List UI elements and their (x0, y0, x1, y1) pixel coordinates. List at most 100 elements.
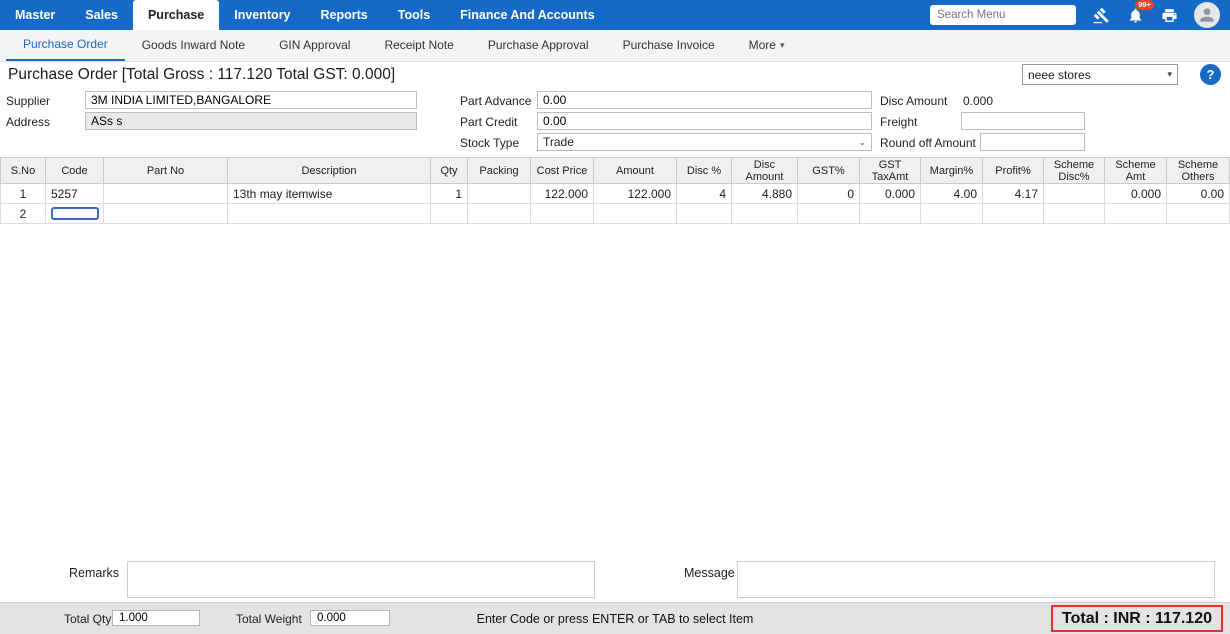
column-header: Disc % (677, 158, 732, 184)
part-credit-input[interactable] (537, 112, 872, 130)
store-selector-value: neee stores (1028, 68, 1091, 82)
grand-total: Total : INR : 117.120 (1051, 605, 1223, 632)
nav-item-sales[interactable]: Sales (70, 0, 133, 30)
printer-icon[interactable] (1160, 6, 1178, 24)
tab-purchase-invoice[interactable]: Purchase Invoice (606, 30, 732, 61)
search-menu-input[interactable] (930, 5, 1076, 25)
nav-item-reports[interactable]: Reports (306, 0, 383, 30)
table-cell[interactable]: 0.000 (1105, 184, 1167, 204)
column-header: Part No (104, 158, 228, 184)
table-cell[interactable] (732, 204, 798, 224)
chevron-down-icon: ⌄ (858, 137, 866, 148)
table-cell[interactable] (1044, 184, 1105, 204)
table-cell[interactable] (468, 184, 531, 204)
freight-input[interactable] (961, 112, 1085, 130)
title-bar: Purchase Order [Total Gross : 117.120 To… (0, 62, 1230, 88)
table-cell[interactable] (677, 204, 732, 224)
tab-more[interactable]: More ▾ (732, 30, 802, 61)
table-cell[interactable] (431, 204, 468, 224)
user-avatar[interactable] (1194, 2, 1220, 28)
table-cell[interactable] (104, 184, 228, 204)
table-cell[interactable] (228, 204, 431, 224)
round-off-amount-input[interactable] (980, 133, 1085, 151)
table-row: 1525713th may itemwise1122.000122.00044.… (1, 184, 1230, 204)
column-header: Qty (431, 158, 468, 184)
table-cell[interactable] (468, 204, 531, 224)
table-cell[interactable]: 1 (1, 184, 46, 204)
column-header: Scheme Others (1167, 158, 1230, 184)
column-header: Packing (468, 158, 531, 184)
address-input[interactable] (85, 112, 417, 130)
table-cell[interactable]: 4.17 (983, 184, 1044, 204)
table-cell[interactable] (798, 204, 860, 224)
total-qty-input[interactable] (112, 610, 200, 626)
message-textarea[interactable] (737, 561, 1215, 598)
table-cell[interactable] (1105, 204, 1167, 224)
table-cell[interactable] (104, 204, 228, 224)
table-cell[interactable] (594, 204, 677, 224)
nav-item-inventory[interactable]: Inventory (219, 0, 305, 30)
help-icon[interactable]: ? (1200, 64, 1221, 85)
table-cell[interactable]: 1 (431, 184, 468, 204)
table-cell[interactable] (860, 204, 921, 224)
table-header-row: S.NoCodePart NoDescriptionQtyPackingCost… (1, 158, 1230, 184)
freight-label: Freight (880, 115, 917, 129)
table-cell[interactable]: 4.880 (732, 184, 798, 204)
tab-purchase-approval[interactable]: Purchase Approval (471, 30, 606, 61)
store-selector-dropdown[interactable]: neee stores ▾ (1022, 64, 1178, 85)
remarks-textarea[interactable] (127, 561, 595, 598)
chevron-down-icon: ▾ (1167, 69, 1172, 80)
message-label: Message (684, 566, 735, 580)
nav-item-purchase[interactable]: Purchase (133, 0, 219, 30)
table-cell[interactable]: 122.000 (594, 184, 677, 204)
column-header: Cost Price (531, 158, 594, 184)
stock-type-select[interactable]: Trade ⌄ (537, 133, 872, 151)
table-cell[interactable]: 2 (1, 204, 46, 224)
table-cell[interactable] (983, 204, 1044, 224)
column-header: Scheme Amt (1105, 158, 1167, 184)
column-header: Disc Amount (732, 158, 798, 184)
table-cell[interactable]: 5257 (46, 184, 104, 204)
nav-item-finance-and-accounts[interactable]: Finance And Accounts (445, 0, 610, 30)
table-cell[interactable]: 0 (798, 184, 860, 204)
order-header-form: Supplier Address Part Advance Part Credi… (0, 88, 1230, 156)
code-entry-input[interactable] (51, 207, 99, 220)
part-advance-input[interactable] (537, 91, 872, 109)
page-title: Purchase Order [Total Gross : 117.120 To… (8, 66, 395, 84)
tab-goods-inward-note[interactable]: Goods Inward Note (125, 30, 262, 61)
items-table: S.NoCodePart NoDescriptionQtyPackingCost… (0, 157, 1230, 224)
supplier-input[interactable] (85, 91, 417, 109)
items-grid: S.NoCodePart NoDescriptionQtyPackingCost… (0, 157, 1230, 224)
column-header: Profit% (983, 158, 1044, 184)
column-header: Amount (594, 158, 677, 184)
total-weight-input[interactable] (310, 610, 390, 626)
disc-amount-value: 0.000 (963, 94, 993, 108)
table-cell[interactable]: 4.00 (921, 184, 983, 204)
disc-amount-label: Disc Amount (880, 94, 947, 108)
table-cell[interactable] (1044, 204, 1105, 224)
tab-purchase-order[interactable]: Purchase Order (6, 30, 125, 61)
top-navigation-bar: Master Sales Purchase Inventory Reports … (0, 0, 1230, 30)
table-cell[interactable] (46, 204, 104, 224)
table-cell[interactable] (531, 204, 594, 224)
column-header: GST TaxAmt (860, 158, 921, 184)
tab-more-label: More (749, 30, 776, 61)
stock-type-value: Trade (543, 135, 574, 149)
nav-item-master[interactable]: Master (0, 0, 70, 30)
table-row: 2 (1, 204, 1230, 224)
column-header: Scheme Disc% (1044, 158, 1105, 184)
table-cell[interactable]: 0.000 (860, 184, 921, 204)
total-qty-label: Total Qty (64, 612, 111, 626)
notifications-bell-icon[interactable]: 99+ (1126, 6, 1144, 24)
table-cell[interactable]: 122.000 (531, 184, 594, 204)
table-cell[interactable]: 13th may itemwise (228, 184, 431, 204)
table-cell[interactable] (1167, 204, 1230, 224)
table-cell[interactable]: 0.00 (1167, 184, 1230, 204)
tab-receipt-note[interactable]: Receipt Note (367, 30, 470, 61)
supplier-label: Supplier (6, 94, 50, 108)
nav-item-tools[interactable]: Tools (383, 0, 445, 30)
tab-gin-approval[interactable]: GIN Approval (262, 30, 367, 61)
table-cell[interactable] (921, 204, 983, 224)
table-cell[interactable]: 4 (677, 184, 732, 204)
gavel-icon[interactable] (1092, 6, 1110, 24)
